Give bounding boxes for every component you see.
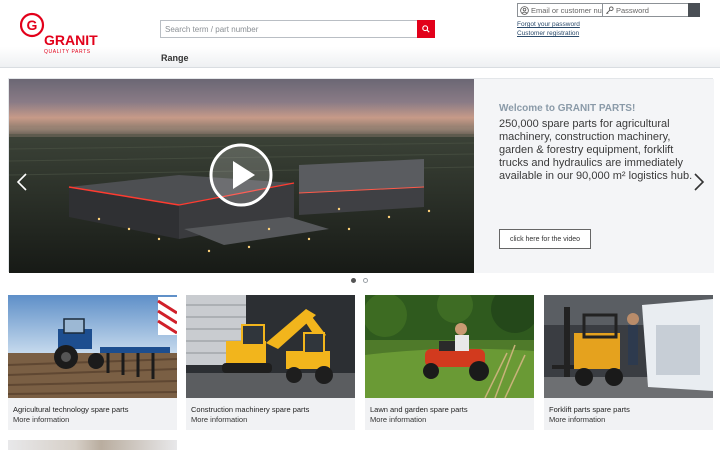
customer-registration-link[interactable]: Customer registration <box>517 30 579 37</box>
excavator-photo <box>186 295 355 398</box>
play-icon[interactable] <box>209 143 273 207</box>
category-card-forklift[interactable]: Forklift parts spare parts More informat… <box>544 295 713 430</box>
more-information-link[interactable]: More information <box>370 415 426 424</box>
watch-video-button[interactable]: click here for the video <box>499 229 591 249</box>
slide-description: 250,000 spare parts for agricultural mac… <box>499 118 693 182</box>
hero-slider: Welcome to GRANIT PARTS! 250,000 spare p… <box>8 78 714 273</box>
key-icon <box>606 6 614 14</box>
category-title: Forklift parts spare parts <box>549 405 630 414</box>
password-field[interactable] <box>602 3 689 17</box>
forklift-photo <box>544 295 713 398</box>
more-information-link[interactable]: More information <box>13 415 69 424</box>
slider-dot-1[interactable] <box>351 278 356 283</box>
ride-on-mower-photo <box>365 295 534 398</box>
logo-wordmark: GRANIT <box>44 32 98 48</box>
nav-range[interactable]: Range <box>161 53 189 63</box>
category-title: Lawn and garden spare parts <box>370 405 468 414</box>
category-card-agriculture[interactable]: Agricultural technology spare parts More… <box>8 295 177 430</box>
more-information-link[interactable]: More information <box>191 415 247 424</box>
site-header: G GRANIT QUALITY PARTS Range Forgot y <box>0 0 720 68</box>
user-icon <box>520 6 529 15</box>
forgot-password-link[interactable]: Forgot your password <box>517 21 580 28</box>
search-bar <box>160 20 435 38</box>
search-icon <box>422 25 430 33</box>
login-button[interactable] <box>688 3 700 17</box>
logo-letter: G <box>27 17 38 33</box>
search-button[interactable] <box>417 20 435 38</box>
category-card-lawn-garden[interactable]: Lawn and garden spare parts More informa… <box>365 295 534 430</box>
slide-heading: Welcome to GRANIT PARTS! <box>499 103 636 114</box>
slider-dot-2[interactable] <box>363 278 368 283</box>
chevron-left-icon[interactable] <box>16 172 28 192</box>
next-row-card-image <box>8 440 177 450</box>
customer-login-field[interactable] <box>517 3 603 17</box>
slide-text-panel: Welcome to GRANIT PARTS! 250,000 spare p… <box>474 79 714 273</box>
category-card-construction[interactable]: Construction machinery spare parts More … <box>186 295 355 430</box>
category-title: Construction machinery spare parts <box>191 405 310 414</box>
category-title: Agricultural technology spare parts <box>13 405 129 414</box>
tractor-photo <box>8 295 177 398</box>
logo-tagline: QUALITY PARTS <box>44 49 91 55</box>
chevron-right-icon[interactable] <box>693 172 705 192</box>
logistics-hub-aerial-photo[interactable] <box>9 79 474 273</box>
granit-logo[interactable]: G GRANIT QUALITY PARTS <box>20 12 120 56</box>
search-input[interactable] <box>160 20 417 38</box>
slider-pagination <box>351 278 371 284</box>
more-information-link[interactable]: More information <box>549 415 605 424</box>
login-form <box>517 3 700 17</box>
